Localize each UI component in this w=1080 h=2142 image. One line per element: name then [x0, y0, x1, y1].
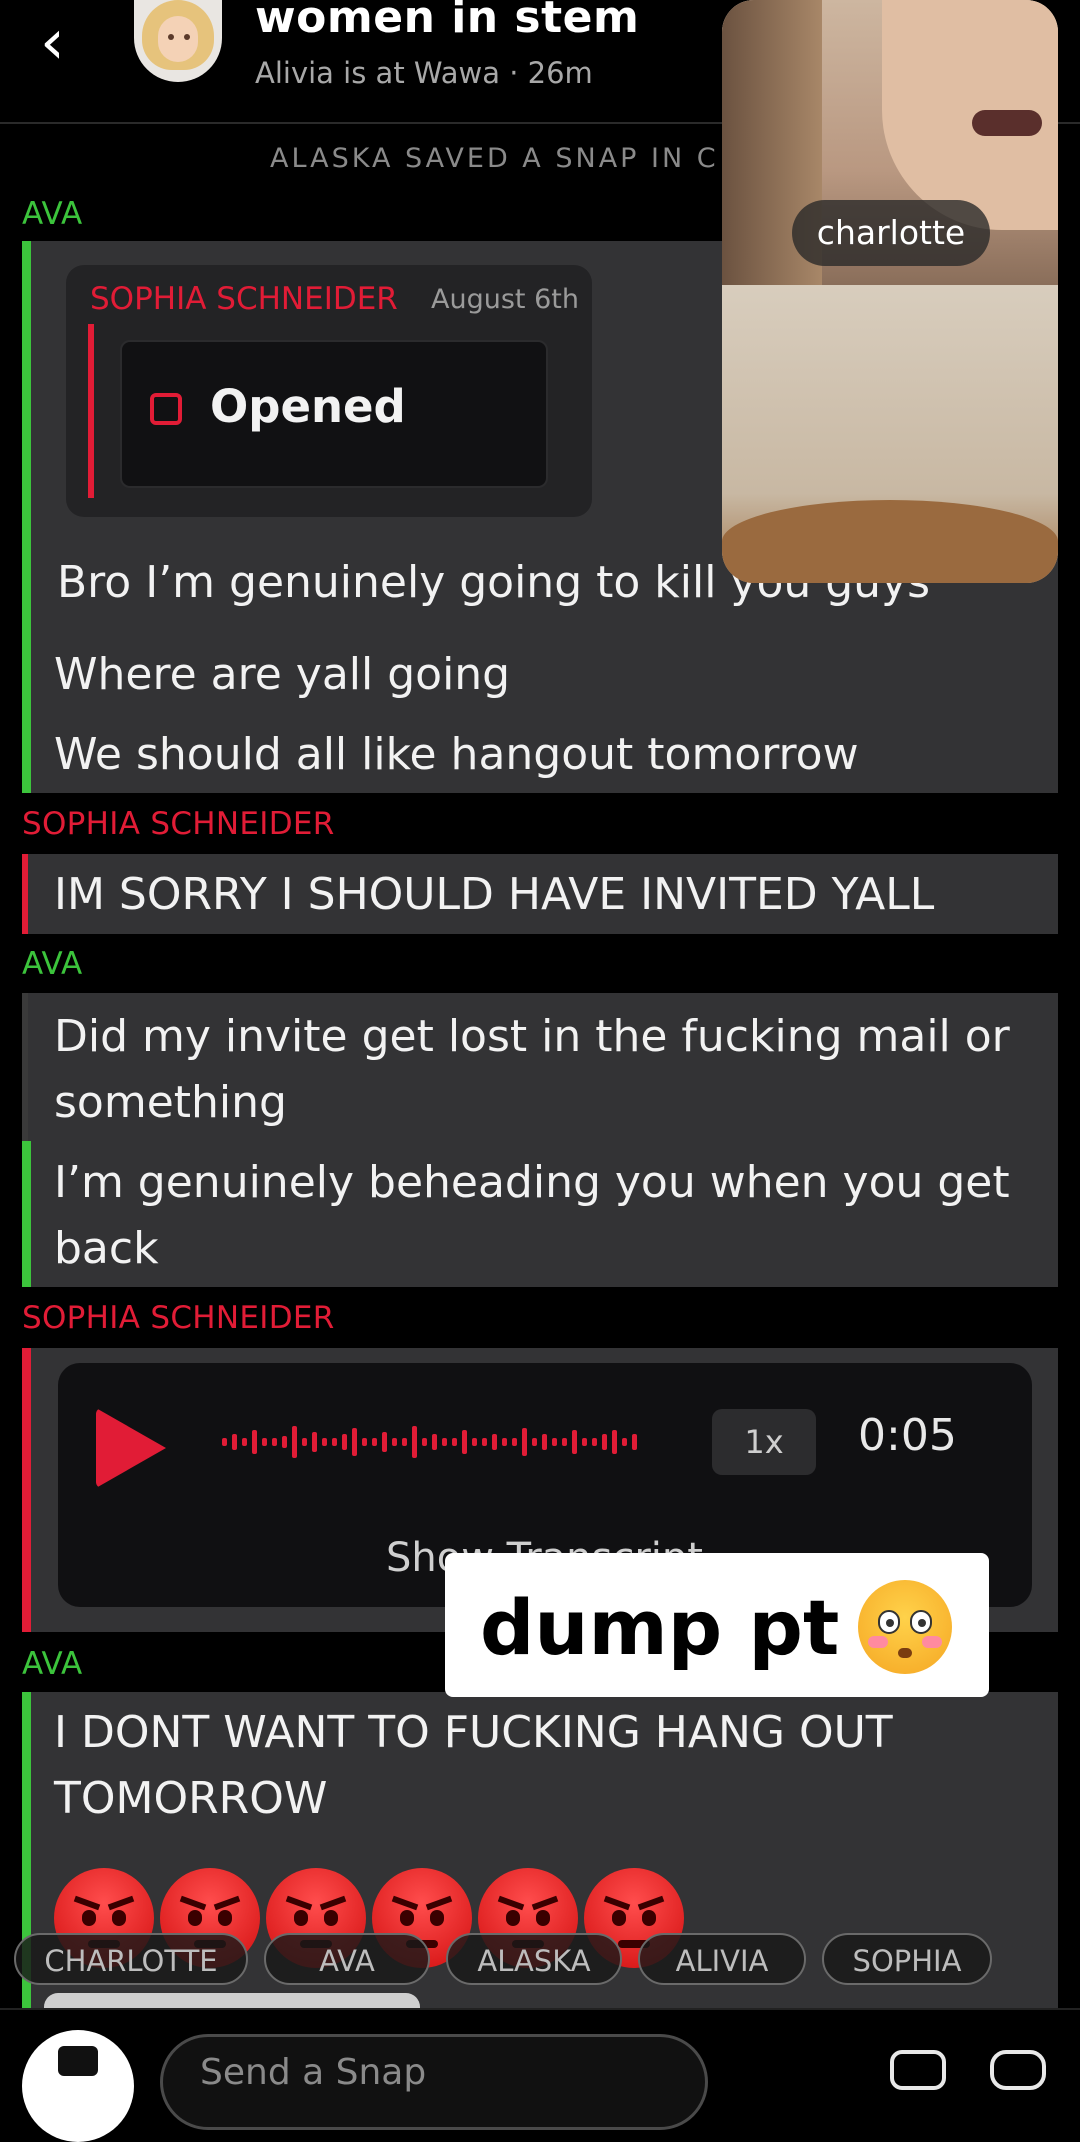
message-text[interactable]: IM SORRY I SHOULD HAVE INVITED YALL	[54, 862, 934, 928]
chat-title[interactable]: women in stem	[255, 0, 639, 43]
message-text[interactable]: Did my invite get lost in the fucking ma…	[54, 1004, 1010, 1070]
member-chip-sophia[interactable]: SOPHIA	[822, 1933, 992, 1985]
chat-input-placeholder: Send a Snap	[200, 2052, 427, 2093]
message-text[interactable]: Where are yall going	[54, 642, 510, 708]
video-participant-name: charlotte	[792, 200, 990, 266]
sender-color-bar	[22, 993, 28, 1141]
message-text[interactable]: something	[54, 1070, 287, 1136]
member-chip-alivia[interactable]: ALIVIA	[638, 1933, 806, 1985]
opened-snap-icon	[150, 393, 182, 425]
member-chip-alaska[interactable]: ALASKA	[446, 1933, 622, 1985]
sender-label-ava: AVA	[22, 946, 83, 982]
sender-label-ava: AVA	[22, 1646, 83, 1682]
member-chip-ava[interactable]: AVA	[264, 1933, 430, 1985]
chat-subtitle: Alivia is at Wawa · 26m	[255, 56, 593, 90]
message-text[interactable]: I’m genuinely beheading you when you get	[54, 1150, 1010, 1216]
quoted-sender: SOPHIA SCHNEIDER	[90, 281, 398, 317]
voice-duration: 0:05	[858, 1410, 957, 1461]
quote-color-bar	[88, 324, 94, 498]
video-call-tile[interactable]	[722, 0, 1058, 583]
sender-label-sophia: SOPHIA SCHNEIDER	[22, 1300, 335, 1336]
sender-color-bar	[22, 1348, 31, 1632]
back-chevron-icon[interactable]: ‹	[40, 11, 90, 73]
sender-color-bar	[22, 241, 31, 793]
message-text[interactable]: back	[54, 1216, 159, 1282]
playback-speed-button[interactable]: 1x	[712, 1409, 816, 1475]
message-text[interactable]: I DONT WANT TO FUCKING HANG OUT	[54, 1700, 893, 1766]
camera-icon	[58, 2046, 98, 2076]
flushed-face-icon	[858, 1580, 952, 1674]
message-text[interactable]: TOMORROW	[54, 1766, 327, 1832]
sender-label-sophia: SOPHIA SCHNEIDER	[22, 806, 335, 842]
gallery-icon[interactable]	[990, 2050, 1046, 2090]
play-icon[interactable]	[96, 1408, 166, 1488]
system-message: ALASKA SAVED A SNAP IN C	[270, 143, 719, 174]
quoted-date: August 6th	[431, 284, 579, 315]
opened-snap-label: Opened	[210, 380, 406, 433]
sender-color-bar	[22, 1141, 31, 1287]
member-chip-charlotte[interactable]: CHARLOTTE	[14, 1933, 248, 1985]
sticker-icon[interactable]	[890, 2050, 946, 2090]
sender-label-ava: AVA	[22, 196, 83, 232]
waveform[interactable]	[222, 1420, 642, 1464]
sender-color-bar	[22, 854, 28, 934]
message-text[interactable]: We should all like hangout tomorrow	[54, 722, 859, 788]
video-caption-text: dump pt 2	[480, 1583, 919, 1672]
